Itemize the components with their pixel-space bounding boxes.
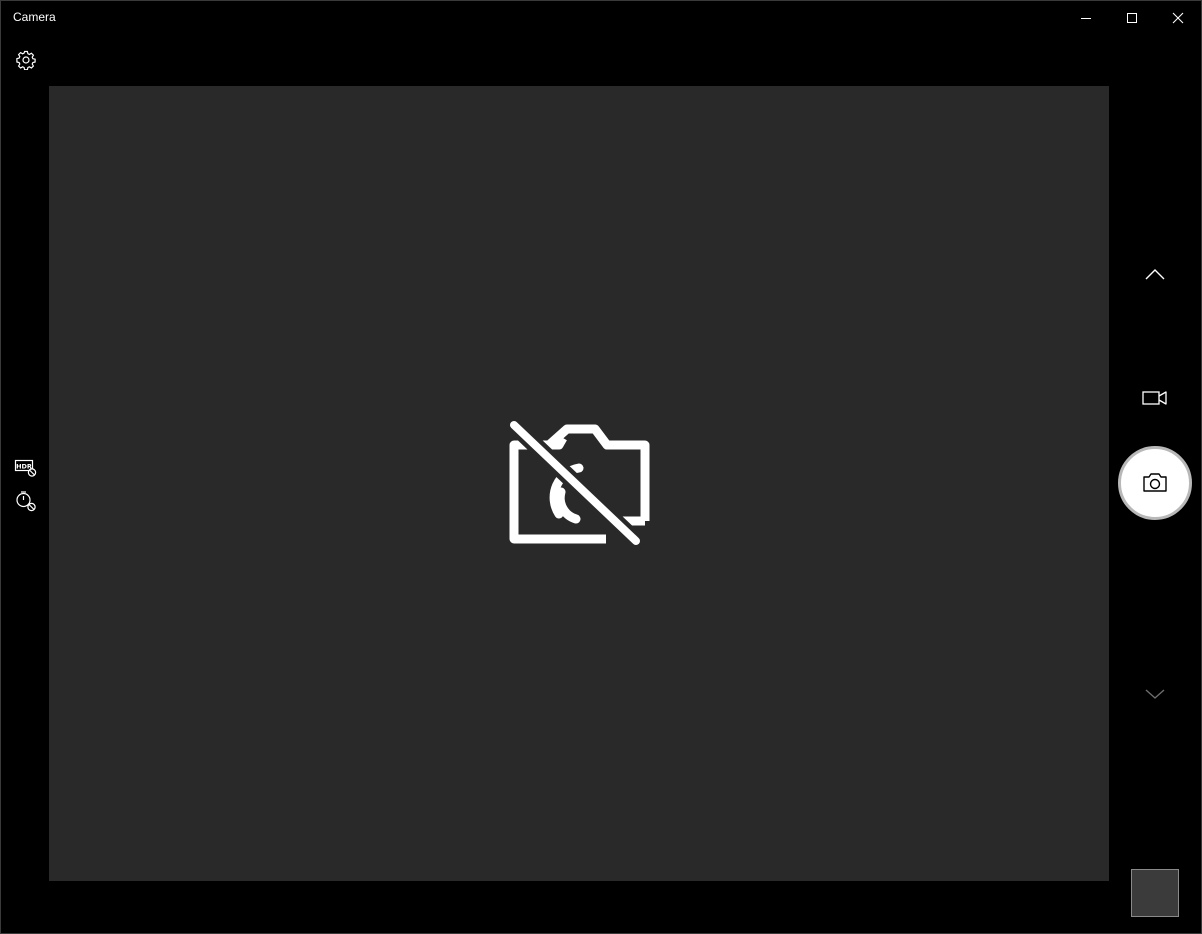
timer-button[interactable] (12, 489, 40, 513)
camera-off-icon (505, 419, 650, 550)
settings-button[interactable] (11, 45, 41, 75)
maximize-button[interactable] (1109, 1, 1155, 34)
minimize-button[interactable] (1063, 1, 1109, 34)
hdr-button[interactable]: HDR (12, 456, 40, 480)
camera-window: Camera HDR (0, 0, 1202, 934)
video-camera-icon (1142, 391, 1167, 405)
minimize-icon (1081, 17, 1091, 19)
scroll-up-button[interactable] (1137, 260, 1173, 288)
scroll-down-button[interactable] (1137, 680, 1173, 708)
gear-icon (16, 50, 36, 70)
maximize-icon (1127, 12, 1137, 23)
hdr-off-icon: HDR (14, 459, 37, 477)
camera-preview (49, 86, 1109, 881)
camera-icon (1143, 473, 1167, 492)
take-photo-button[interactable] (1118, 446, 1192, 520)
timer-off-icon (16, 491, 36, 512)
close-icon (1172, 12, 1184, 23)
close-button[interactable] (1155, 1, 1201, 34)
video-mode-button[interactable] (1135, 384, 1175, 412)
title-bar: Camera (1, 1, 1201, 34)
photo-thumbnail[interactable] (1131, 869, 1179, 917)
chevron-up-icon (1145, 269, 1165, 280)
chevron-down-icon (1145, 689, 1165, 699)
window-title: Camera (13, 10, 56, 24)
